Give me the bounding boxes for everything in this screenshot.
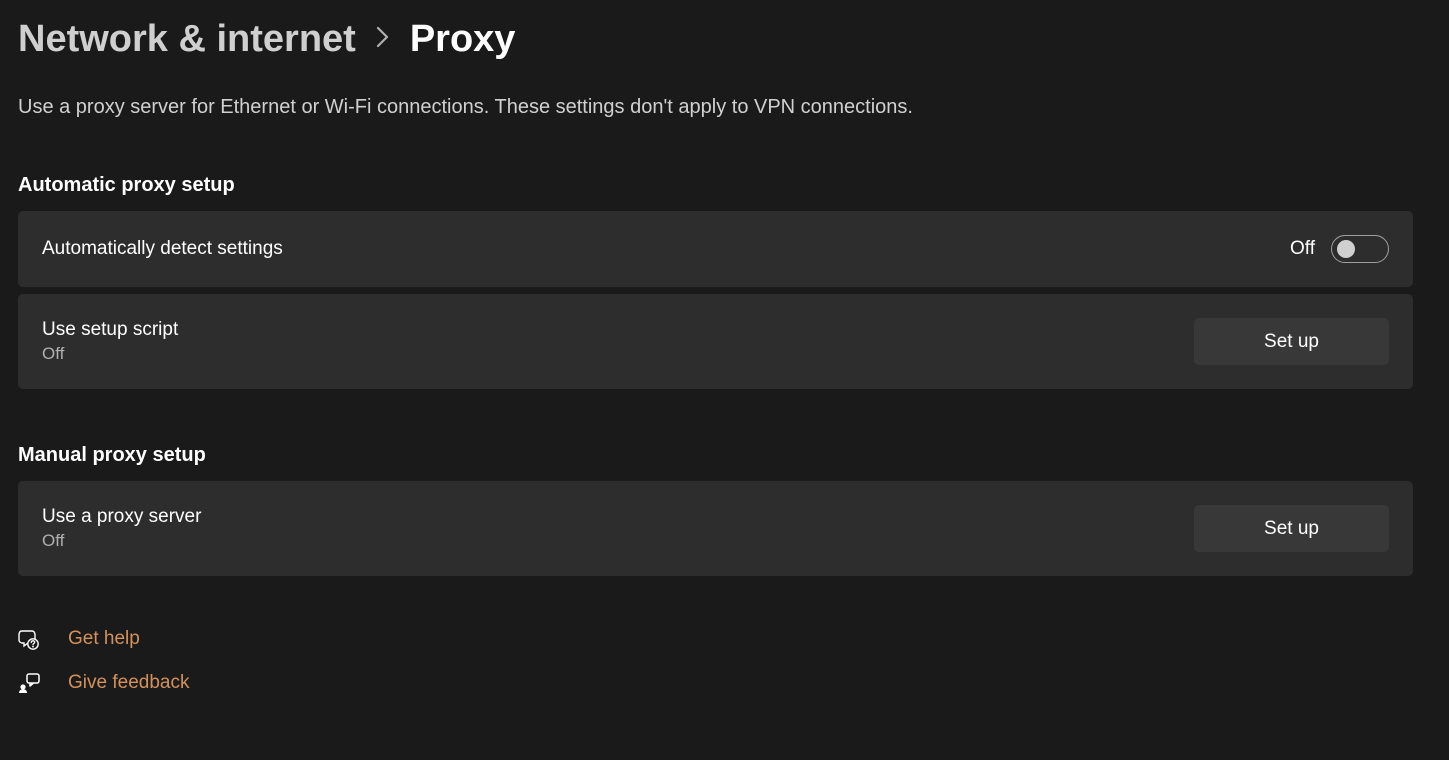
breadcrumb-parent-link[interactable]: Network & internet <box>18 18 356 61</box>
chevron-right-icon <box>376 26 390 54</box>
setup-script-button[interactable]: Set up <box>1194 318 1389 365</box>
automatic-proxy-header: Automatic proxy setup <box>18 174 1431 197</box>
help-icon <box>18 628 40 650</box>
automatically-detect-settings-row: Automatically detect settings Off <box>18 211 1413 287</box>
toggle-knob <box>1337 240 1355 258</box>
get-help-label: Get help <box>68 628 140 650</box>
give-feedback-label: Give feedback <box>68 672 189 694</box>
page-description: Use a proxy server for Ethernet or Wi-Fi… <box>18 96 1431 119</box>
use-proxy-server-row: Use a proxy server Off Set up <box>18 481 1413 576</box>
breadcrumb: Network & internet Proxy <box>18 18 1431 61</box>
auto-detect-toggle-state: Off <box>1290 238 1315 260</box>
feedback-icon <box>18 672 40 694</box>
proxy-server-label: Use a proxy server <box>42 506 201 528</box>
proxy-server-status: Off <box>42 531 201 551</box>
manual-proxy-header: Manual proxy setup <box>18 444 1431 467</box>
auto-detect-toggle[interactable] <box>1331 235 1389 263</box>
page-title: Proxy <box>410 18 516 61</box>
setup-script-status: Off <box>42 344 178 364</box>
setup-script-label: Use setup script <box>42 319 178 341</box>
give-feedback-link[interactable]: Give feedback <box>18 672 1431 694</box>
use-setup-script-row: Use setup script Off Set up <box>18 294 1413 389</box>
get-help-link[interactable]: Get help <box>18 628 1431 650</box>
proxy-server-setup-button[interactable]: Set up <box>1194 505 1389 552</box>
auto-detect-label: Automatically detect settings <box>42 238 283 260</box>
